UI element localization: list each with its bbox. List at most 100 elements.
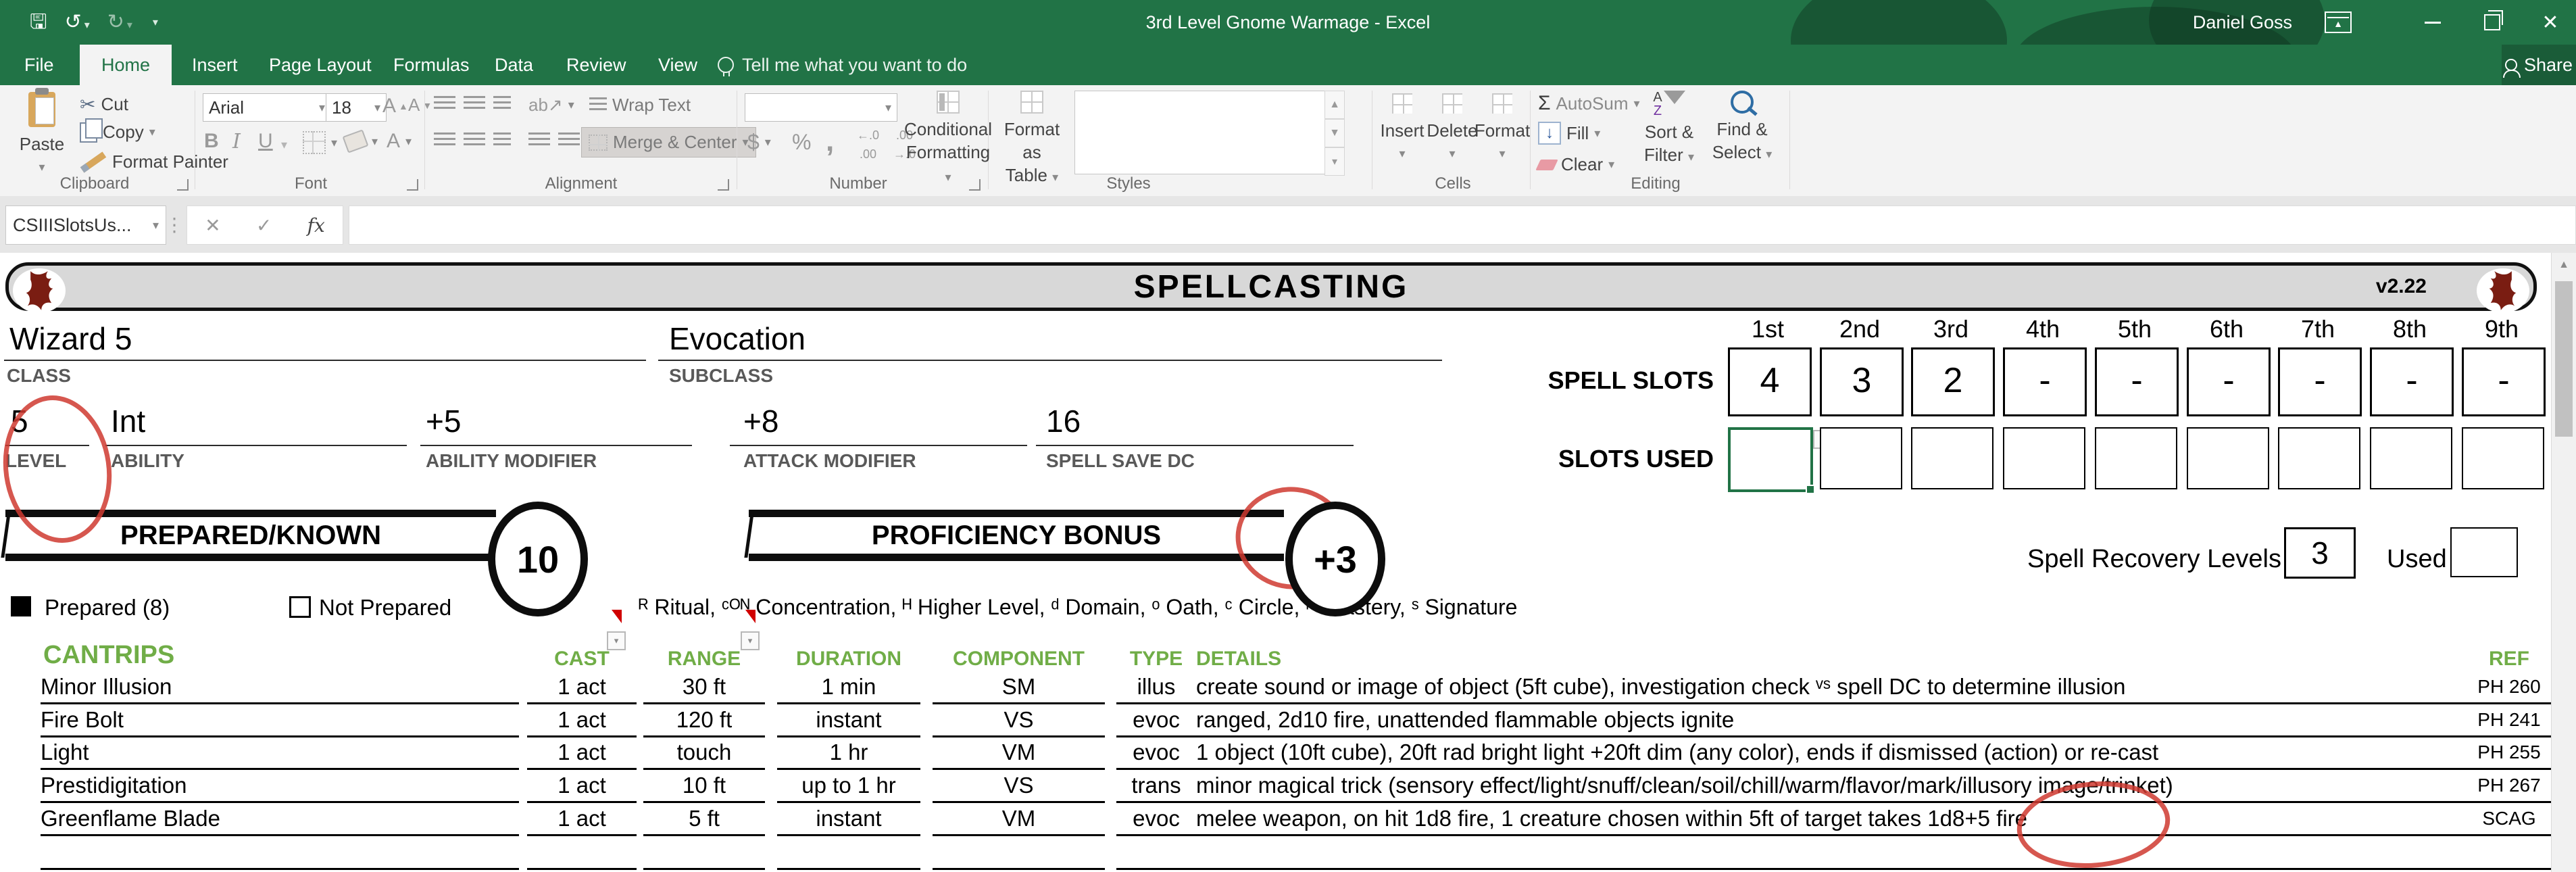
copy-button[interactable]: Copy ▾: [80, 122, 155, 143]
increase-decimal-icon[interactable]: ←.0.00: [857, 128, 879, 161]
close-button[interactable]: ✕: [2529, 0, 2572, 45]
autosum-button[interactable]: Σ AutoSum ▾: [1538, 92, 1640, 115]
spell-range[interactable]: 120 ft: [643, 706, 765, 737]
slots-used-cell[interactable]: [2187, 427, 2269, 489]
tab-file[interactable]: File: [7, 45, 72, 85]
alignment-dialog-launcher[interactable]: [718, 179, 729, 191]
spell-duration[interactable]: instant: [777, 804, 920, 836]
spell-duration[interactable]: 1 min: [777, 673, 920, 704]
spell-range[interactable]: 10 ft: [643, 771, 765, 803]
spell-range[interactable]: touch: [643, 738, 765, 770]
spell-cast[interactable]: 1 act: [527, 804, 637, 836]
fill-button[interactable]: ↓ Fill ▾: [1538, 122, 1600, 145]
styles-gallery-scrollbar[interactable]: ▲ ▼ ▾: [1324, 91, 1345, 176]
spell-slot-cell[interactable]: -: [2095, 347, 2179, 416]
slots-used-cell[interactable]: [2003, 427, 2085, 489]
align-bottom-icon[interactable]: [493, 96, 511, 112]
ribbon-display-options-icon[interactable]: ▲: [2317, 0, 2360, 45]
level-value[interactable]: 5: [11, 403, 28, 439]
underline-button[interactable]: U: [258, 130, 273, 153]
align-left-icon[interactable]: [434, 132, 455, 149]
attack-modifier-value[interactable]: +8: [743, 403, 778, 439]
cut-button[interactable]: ✂ Cut: [80, 93, 128, 116]
spell-range[interactable]: 5 ft: [643, 804, 765, 836]
tab-data[interactable]: Data: [477, 45, 551, 85]
name-box-dropdown-icon[interactable]: ▾: [153, 218, 159, 233]
vertical-scrollbar[interactable]: ▲: [2551, 253, 2576, 872]
spell-range[interactable]: 30 ft: [643, 673, 765, 704]
slots-used-cell[interactable]: [1911, 427, 1993, 489]
slots-used-cell[interactable]: [2278, 427, 2360, 489]
format-as-table-button[interactable]: Format as Table ▾: [995, 91, 1069, 189]
subclass-value[interactable]: Evocation: [669, 320, 806, 357]
spell-component[interactable]: SM: [933, 673, 1105, 704]
spell-details[interactable]: 1 object (10ft cube), 20ft rad bright li…: [1186, 738, 2477, 770]
spell-component[interactable]: VS: [933, 771, 1105, 803]
font-color-button[interactable]: A▾: [387, 130, 412, 153]
slots-used-cell[interactable]: [2370, 427, 2452, 489]
tab-view[interactable]: View: [641, 45, 715, 85]
spell-cast[interactable]: 1 act: [527, 706, 637, 737]
font-size-select[interactable]: 18▾: [326, 93, 387, 122]
empty-row-cell[interactable]: [41, 838, 519, 870]
spell-details[interactable]: create sound or image of object (5ft cub…: [1186, 673, 2477, 704]
recovery-used-value[interactable]: [2450, 527, 2518, 577]
increase-indent-icon[interactable]: [558, 132, 580, 149]
insert-function-icon[interactable]: fx: [307, 214, 325, 237]
name-box[interactable]: CSIIISlotsUs... ▾: [5, 205, 166, 245]
gallery-more-icon[interactable]: ▾: [1324, 147, 1345, 176]
delete-cells-button[interactable]: Delete ▾: [1429, 93, 1476, 165]
spell-cast[interactable]: 1 act: [527, 771, 637, 803]
cancel-entry-icon[interactable]: ✕: [205, 214, 220, 237]
align-middle-icon[interactable]: [464, 96, 485, 112]
formula-input[interactable]: [349, 205, 2576, 245]
ability-value[interactable]: Int: [111, 403, 145, 439]
spell-details[interactable]: melee weapon, on hit 1d8 fire, 1 creatur…: [1186, 804, 2477, 836]
spell-slot-cell[interactable]: 4: [1728, 347, 1812, 416]
spell-details[interactable]: ranged, 2d10 fire, unattended flammable …: [1186, 706, 2477, 737]
spell-type[interactable]: evoc: [1116, 738, 1196, 770]
spell-slot-cell[interactable]: -: [2187, 347, 2271, 416]
spell-cast[interactable]: 1 act: [527, 673, 637, 704]
spell-name[interactable]: Fire Bolt: [41, 706, 519, 737]
borders-button[interactable]: ▾: [303, 131, 337, 154]
slots-used-cell[interactable]: [2462, 427, 2544, 489]
bold-button[interactable]: B: [204, 130, 219, 153]
spell-name[interactable]: Light: [41, 738, 519, 770]
gallery-scroll-down-icon[interactable]: ▼: [1324, 119, 1345, 147]
spell-slot-cell[interactable]: -: [2370, 347, 2454, 416]
spell-details[interactable]: minor magical trick (sensory effect/ligh…: [1186, 771, 2477, 803]
empty-row-cell[interactable]: [1186, 838, 2467, 870]
shrink-font-icon[interactable]: A▼: [408, 95, 432, 116]
slots-used-cell-active[interactable]: [1728, 427, 1813, 492]
spell-type[interactable]: trans: [1116, 771, 1196, 803]
cell-styles-gallery[interactable]: [1074, 91, 1326, 174]
signed-in-user[interactable]: Daniel Goss: [2193, 0, 2292, 45]
formula-bar-splitter[interactable]: ⋮: [165, 214, 184, 236]
spell-ref[interactable]: PH 255: [2465, 738, 2553, 770]
spell-name[interactable]: Minor Illusion: [41, 673, 519, 704]
ability-modifier-value[interactable]: +5: [426, 403, 461, 439]
spell-duration[interactable]: 1 hr: [777, 738, 920, 770]
spell-slot-cell[interactable]: 2: [1911, 347, 1995, 416]
spell-duration[interactable]: instant: [777, 706, 920, 737]
format-cells-button[interactable]: Format ▾: [1477, 93, 1527, 165]
align-top-icon[interactable]: [434, 96, 455, 112]
spell-type[interactable]: evoc: [1116, 706, 1196, 737]
underline-dropdown-icon[interactable]: ▾: [281, 138, 287, 152]
worksheet[interactable]: SPELLCASTING v2.22 Wizard 5 CLASS Evocat…: [0, 253, 2576, 872]
spell-name[interactable]: Greenflame Blade: [41, 804, 519, 836]
clear-button[interactable]: Clear ▾: [1538, 154, 1614, 175]
spell-recovery-value[interactable]: 3: [2284, 527, 2356, 579]
fill-color-button[interactable]: ▾: [345, 132, 378, 150]
spell-cast[interactable]: 1 act: [527, 738, 637, 770]
sort-filter-button[interactable]: AZ Sort & Filter ▾: [1634, 91, 1704, 168]
font-dialog-launcher[interactable]: [407, 179, 418, 191]
percent-style-icon[interactable]: %: [792, 130, 811, 155]
empty-row-cell[interactable]: [643, 838, 765, 870]
empty-row-cell[interactable]: [1116, 838, 1196, 870]
italic-button[interactable]: I: [232, 130, 241, 153]
spell-ref[interactable]: PH 267: [2465, 771, 2553, 803]
spell-component[interactable]: VM: [933, 804, 1105, 836]
not-prepared-checkbox[interactable]: [289, 596, 311, 618]
